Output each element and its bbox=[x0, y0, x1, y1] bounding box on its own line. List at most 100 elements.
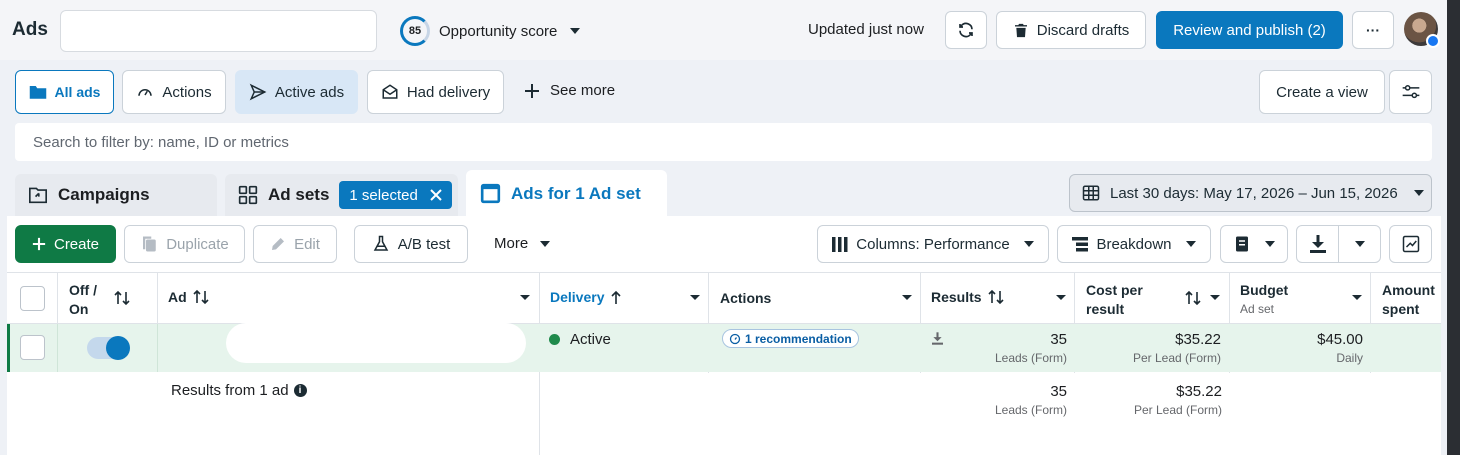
date-range-picker[interactable]: Last 30 days: May 17, 2026 – Jun 15, 202… bbox=[1069, 174, 1432, 212]
tab-actions-label: Actions bbox=[162, 83, 212, 101]
col-budget-label: Budget bbox=[1240, 282, 1289, 298]
tab-ad-sets[interactable]: Ad sets 1 selected bbox=[225, 174, 458, 216]
tab-actions[interactable]: Actions bbox=[122, 70, 226, 114]
columns-icon bbox=[832, 236, 848, 252]
envelope-icon bbox=[382, 84, 398, 99]
breakdown-label: Breakdown bbox=[1096, 235, 1172, 253]
edit-label: Edit bbox=[294, 235, 320, 253]
tab-had-delivery[interactable]: Had delivery bbox=[367, 70, 504, 114]
duplicate-button[interactable]: Duplicate bbox=[124, 225, 245, 263]
budget-sub: Daily bbox=[1336, 351, 1363, 365]
refresh-icon bbox=[959, 22, 973, 38]
budget-cell[interactable]: $45.00 Daily bbox=[1245, 330, 1363, 368]
close-icon[interactable] bbox=[430, 189, 442, 201]
summary-cost-sub: Per Lead (Form) bbox=[1133, 403, 1222, 417]
copy-icon bbox=[143, 236, 156, 252]
score-gauge-icon: 85 bbox=[400, 16, 430, 46]
col-header-offon[interactable]: Off / On bbox=[69, 281, 97, 319]
ad-toggle[interactable] bbox=[87, 336, 130, 360]
col-header-cost[interactable]: Cost per result bbox=[1086, 281, 1143, 319]
info-icon[interactable]: i bbox=[293, 384, 307, 397]
col-header-ad[interactable]: Ad bbox=[168, 289, 209, 305]
folder-icon bbox=[29, 86, 46, 99]
breakdown-dropdown[interactable]: Breakdown bbox=[1057, 225, 1211, 263]
col-header-delivery[interactable]: Delivery bbox=[550, 289, 622, 305]
col-divider bbox=[57, 272, 58, 323]
col-header-budget[interactable]: Budget Ad set bbox=[1240, 281, 1288, 319]
create-button[interactable]: Create bbox=[15, 225, 116, 263]
select-all-checkbox[interactable] bbox=[20, 286, 45, 311]
download-button[interactable] bbox=[1297, 226, 1339, 262]
updated-status: Updated just now bbox=[808, 21, 924, 38]
see-more-button[interactable]: See more bbox=[524, 82, 615, 99]
ab-test-button[interactable]: A/B test bbox=[354, 225, 468, 263]
col-header-actions[interactable]: Actions bbox=[720, 290, 771, 306]
view-settings-button[interactable] bbox=[1389, 70, 1432, 114]
chevron-down-icon[interactable] bbox=[1352, 295, 1362, 300]
delivery-status-label: Active bbox=[570, 331, 611, 348]
download-icon[interactable] bbox=[932, 332, 943, 345]
more-options-button[interactable]: ··· bbox=[1352, 11, 1394, 49]
avatar[interactable] bbox=[1404, 12, 1440, 48]
chevron-down-icon bbox=[570, 28, 581, 34]
delivery-status: Active bbox=[549, 331, 611, 348]
tab-all-ads[interactable]: All ads bbox=[15, 70, 114, 114]
sort-icon[interactable] bbox=[114, 290, 130, 306]
filter-search-bar[interactable]: Search to filter by: name, ID or metrics bbox=[15, 123, 1432, 161]
chevron-down-icon[interactable] bbox=[520, 295, 530, 300]
tab-active-ads-label: Active ads bbox=[274, 83, 345, 101]
chevron-down-icon bbox=[1023, 241, 1034, 247]
columns-dropdown[interactable]: Columns: Performance bbox=[817, 225, 1049, 263]
chart-icon bbox=[1402, 235, 1419, 253]
chevron-down-icon[interactable] bbox=[690, 295, 700, 300]
tab-active-ads[interactable]: Active ads bbox=[235, 70, 358, 114]
cost-sub: Per Lead (Form) bbox=[1132, 351, 1221, 365]
chevron-down-icon[interactable] bbox=[902, 295, 912, 300]
reports-dropdown[interactable] bbox=[1220, 225, 1288, 263]
adset-icon bbox=[480, 183, 501, 204]
chevron-down-icon[interactable] bbox=[1056, 295, 1066, 300]
chevron-down-icon bbox=[1355, 241, 1365, 247]
review-publish-button[interactable]: Review and publish (2) bbox=[1156, 11, 1343, 49]
tab-campaigns[interactable]: Campaigns bbox=[15, 174, 217, 216]
plus-icon bbox=[32, 237, 46, 251]
chevron-down-icon bbox=[540, 240, 551, 247]
tab-ads-for-ad-set[interactable]: Ads for 1 Ad set bbox=[466, 170, 667, 217]
charts-button[interactable] bbox=[1389, 225, 1432, 263]
col-header-amount-spent[interactable]: Amount spent bbox=[1382, 281, 1435, 319]
export-options-button[interactable] bbox=[1340, 226, 1380, 262]
scrollbar[interactable] bbox=[1447, 0, 1460, 455]
refresh-button[interactable] bbox=[945, 11, 987, 49]
sort-icon bbox=[193, 289, 209, 305]
recommendation-badge[interactable]: 1 recommendation bbox=[722, 329, 859, 348]
sort-asc-icon bbox=[611, 290, 622, 304]
col-results-label: Results bbox=[931, 289, 982, 305]
opportunity-score[interactable]: 85 Opportunity score bbox=[400, 14, 581, 48]
results-value: 35 bbox=[1050, 331, 1067, 348]
col-offon-line1: Off / bbox=[69, 282, 97, 298]
ad-name-cell[interactable] bbox=[226, 323, 526, 363]
ad-search-input[interactable] bbox=[60, 10, 377, 52]
calendar-grid-icon bbox=[1082, 185, 1100, 201]
summary-cost-cell: $35.22 Per Lead (Form) bbox=[1090, 382, 1222, 420]
gauge-icon bbox=[729, 333, 741, 344]
selected-badge[interactable]: 1 selected bbox=[339, 181, 452, 209]
discard-drafts-button[interactable]: Discard drafts bbox=[996, 11, 1146, 49]
more-dropdown[interactable]: More bbox=[494, 235, 551, 252]
row-checkbox[interactable] bbox=[20, 335, 45, 360]
sort-icon[interactable] bbox=[1185, 290, 1201, 306]
breakdown-icon bbox=[1072, 236, 1089, 251]
summary-label: Results from 1 ad i bbox=[171, 382, 307, 399]
cost-value: $35.22 bbox=[1175, 331, 1221, 348]
col-divider bbox=[157, 272, 158, 323]
summary-results-value: 35 bbox=[1050, 383, 1067, 400]
col-header-results[interactable]: Results bbox=[931, 289, 1004, 305]
create-view-label: Create a view bbox=[1276, 83, 1368, 101]
chevron-down-icon[interactable] bbox=[1210, 295, 1220, 300]
edit-button[interactable]: Edit bbox=[253, 225, 337, 263]
cost-cell: $35.22 Per Lead (Form) bbox=[1090, 330, 1221, 368]
create-view-button[interactable]: Create a view bbox=[1259, 70, 1385, 114]
col-cost-line1: Cost per bbox=[1086, 282, 1143, 298]
ab-test-label: A/B test bbox=[397, 235, 451, 253]
filter-placeholder: Search to filter by: name, ID or metrics bbox=[33, 133, 289, 151]
